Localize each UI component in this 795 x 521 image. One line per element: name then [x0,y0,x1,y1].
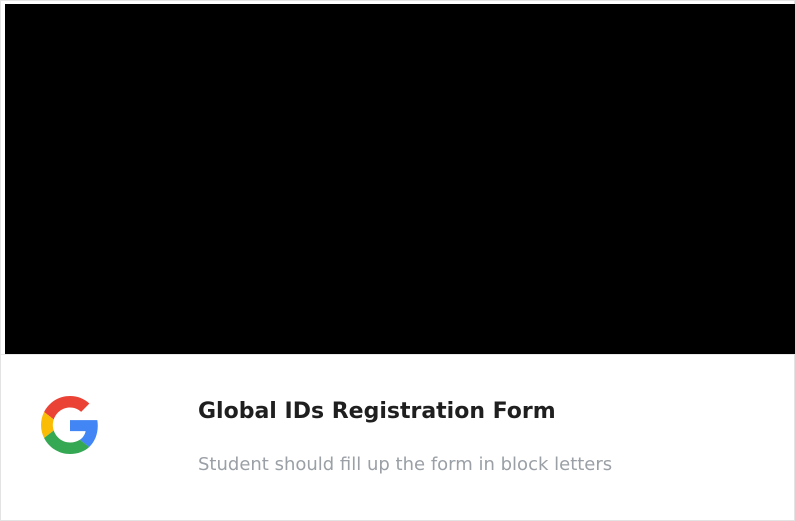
link-preview-card[interactable]: Global IDs Registration Form Student sho… [0,0,795,521]
preview-image[interactable] [5,4,795,354]
card-description: Student should fill up the form in block… [198,454,613,475]
card-divider [1,354,794,355]
google-g-icon [41,396,98,454]
card-title[interactable]: Global IDs Registration Form [198,399,556,424]
